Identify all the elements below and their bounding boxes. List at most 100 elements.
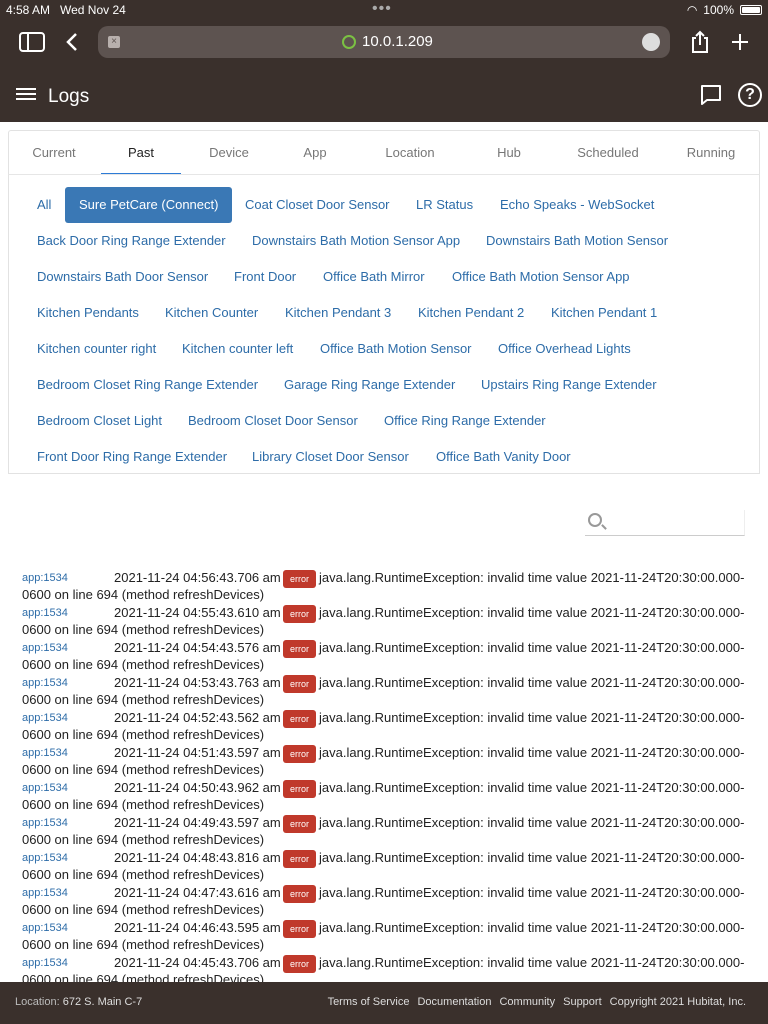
community-link[interactable]: Community [499,996,555,1008]
filter-echo-speaks[interactable]: Echo Speaks - WebSocket [486,187,668,223]
filter-office-overhead-lights[interactable]: Office Overhead Lights [484,331,645,367]
filter-sure-petcare[interactable]: Sure PetCare (Connect) [65,187,233,223]
log-timestamp: 2021-11-24 04:53:43.763 am [114,675,281,690]
log-source-link[interactable]: app:1534 [22,572,68,584]
log-message: java.lang.RuntimeException: invalid time… [319,640,745,655]
filter-back-door-ring[interactable]: Back Door Ring Range Extender [23,223,240,259]
log-level-badge: error [283,710,316,728]
log-timestamp: 2021-11-24 04:46:43.595 am [114,920,281,935]
log-source-link[interactable]: app:1534 [22,782,68,794]
log-message-continued: 0600 on line 694 (method refreshDevices) [22,937,265,952]
log-message: java.lang.RuntimeException: invalid time… [319,675,745,690]
log-source-link[interactable]: app:1534 [22,642,68,654]
log-timestamp: 2021-11-24 04:56:43.706 am [114,570,281,585]
log-source-link[interactable]: app:1534 [22,852,68,864]
tab-scheduled[interactable]: Scheduled [561,131,655,175]
filter-office-bath-motion-sensor[interactable]: Office Bath Motion Sensor [306,331,486,367]
back-icon[interactable] [58,28,86,56]
tab-device[interactable]: Device [189,131,269,175]
chat-icon[interactable] [700,84,722,106]
terms-link[interactable]: Terms of Service [328,996,410,1008]
filter-office-bath-vanity-door[interactable]: Office Bath Vanity Door [422,439,585,475]
filter-downstairs-bath-motion[interactable]: Downstairs Bath Motion Sensor [472,223,682,259]
log-message-continued: 0600 on line 694 (method refreshDevices) [22,972,265,982]
log-source-link[interactable]: app:1534 [22,817,68,829]
plus-icon[interactable] [726,28,754,56]
tab-hub[interactable]: Hub [469,131,549,175]
log-source-link[interactable]: app:1534 [22,922,68,934]
filter-all[interactable]: All [23,187,65,223]
location-value: 672 S. Main C-7 [62,996,143,1008]
tab-past[interactable]: Past [101,131,181,175]
tab-app[interactable]: App [275,131,355,175]
copyright-text: Copyright 2021 Hubitat, Inc. [609,996,746,1008]
log-level-badge: error [283,780,316,798]
tab-current[interactable]: Current [9,131,99,175]
support-link[interactable]: Support [563,996,602,1008]
filter-office-bath-motion-app[interactable]: Office Bath Motion Sensor App [438,259,644,295]
status-bar: 4:58 AM Wed Nov 24 ••• ◠ 100% [0,0,768,20]
close-tab-icon[interactable]: × [108,36,120,48]
log-source-link[interactable]: app:1534 [22,957,68,969]
log-source-link[interactable]: app:1534 [22,607,68,619]
filter-downstairs-bath-door[interactable]: Downstairs Bath Door Sensor [23,259,222,295]
log-level-badge: error [283,745,316,763]
documentation-link[interactable]: Documentation [417,996,491,1008]
log-message-continued: 0600 on line 694 (method refreshDevices) [22,727,265,742]
filter-front-door-ring[interactable]: Front Door Ring Range Extender [23,439,241,475]
filter-kitchen-pendant-1[interactable]: Kitchen Pendant 1 [537,295,671,331]
filter-kitchen-pendant-2[interactable]: Kitchen Pendant 2 [404,295,538,331]
tab-location[interactable]: Location [365,131,455,175]
filter-bedroom-closet-ring[interactable]: Bedroom Closet Ring Range Extender [23,367,272,403]
status-right: ◠ 100% [687,3,762,17]
filter-bedroom-closet-light[interactable]: Bedroom Closet Light [23,403,176,439]
log-message: java.lang.RuntimeException: invalid time… [319,955,745,970]
filter-upstairs-ring[interactable]: Upstairs Ring Range Extender [467,367,671,403]
log-source-link[interactable]: app:1534 [22,677,68,689]
filter-kitchen-counter-left[interactable]: Kitchen counter left [168,331,307,367]
log-timestamp: 2021-11-24 04:55:43.610 am [114,605,281,620]
search-icon [588,513,602,527]
log-message-continued: 0600 on line 694 (method refreshDevices) [22,692,265,707]
site-icon [342,34,356,49]
filter-office-ring[interactable]: Office Ring Range Extender [370,403,560,439]
extension-icon[interactable] [642,33,660,51]
log-message: java.lang.RuntimeException: invalid time… [319,780,745,795]
filter-kitchen-pendants[interactable]: Kitchen Pendants [23,295,153,331]
log-timestamp: 2021-11-24 04:51:43.597 am [114,745,281,760]
address-bar[interactable]: × 10.0.1.209 [98,26,670,58]
menu-icon[interactable] [16,85,36,105]
multitask-dots-icon[interactable]: ••• [372,0,392,18]
filter-coat-closet-door-sensor[interactable]: Coat Closet Door Sensor [231,187,404,223]
help-icon[interactable]: ? [738,83,762,107]
page-footer: Location: 672 S. Main C-7 Terms of Servi… [0,982,768,1024]
filter-garage-ring[interactable]: Garage Ring Range Extender [270,367,469,403]
filter-office-bath-mirror[interactable]: Office Bath Mirror [309,259,439,295]
log-tabs: Current Past Device App Location Hub Sch… [8,130,760,175]
log-source-link[interactable]: app:1534 [22,712,68,724]
log-timestamp: 2021-11-24 04:45:43.706 am [114,955,281,970]
battery-percent: 100% [703,3,734,17]
log-source-link[interactable]: app:1534 [22,887,68,899]
log-level-badge: error [283,885,316,903]
filter-library-closet-door[interactable]: Library Closet Door Sensor [238,439,423,475]
log-source-link[interactable]: app:1534 [22,747,68,759]
filter-downstairs-bath-motion-app[interactable]: Downstairs Bath Motion Sensor App [238,223,474,259]
log-message-continued: 0600 on line 694 (method refreshDevices) [22,797,265,812]
log-message-continued: 0600 on line 694 (method refreshDevices) [22,762,265,777]
sidebar-icon[interactable] [18,28,46,56]
filter-kitchen-pendant-3[interactable]: Kitchen Pendant 3 [271,295,405,331]
search-input[interactable] [585,510,745,536]
url-text: 10.0.1.209 [362,33,433,50]
filter-kitchen-counter[interactable]: Kitchen Counter [151,295,272,331]
log-message-continued: 0600 on line 694 (method refreshDevices) [22,902,265,917]
filter-lr-status[interactable]: LR Status [402,187,487,223]
filter-front-door[interactable]: Front Door [220,259,310,295]
url-display[interactable]: 10.0.1.209 [342,33,433,50]
filter-bedroom-closet-door[interactable]: Bedroom Closet Door Sensor [174,403,372,439]
log-level-badge: error [283,815,316,833]
log-message: java.lang.RuntimeException: invalid time… [319,710,745,725]
share-icon[interactable] [686,28,714,56]
filter-kitchen-counter-right[interactable]: Kitchen counter right [23,331,170,367]
tab-running[interactable]: Running [667,131,755,175]
